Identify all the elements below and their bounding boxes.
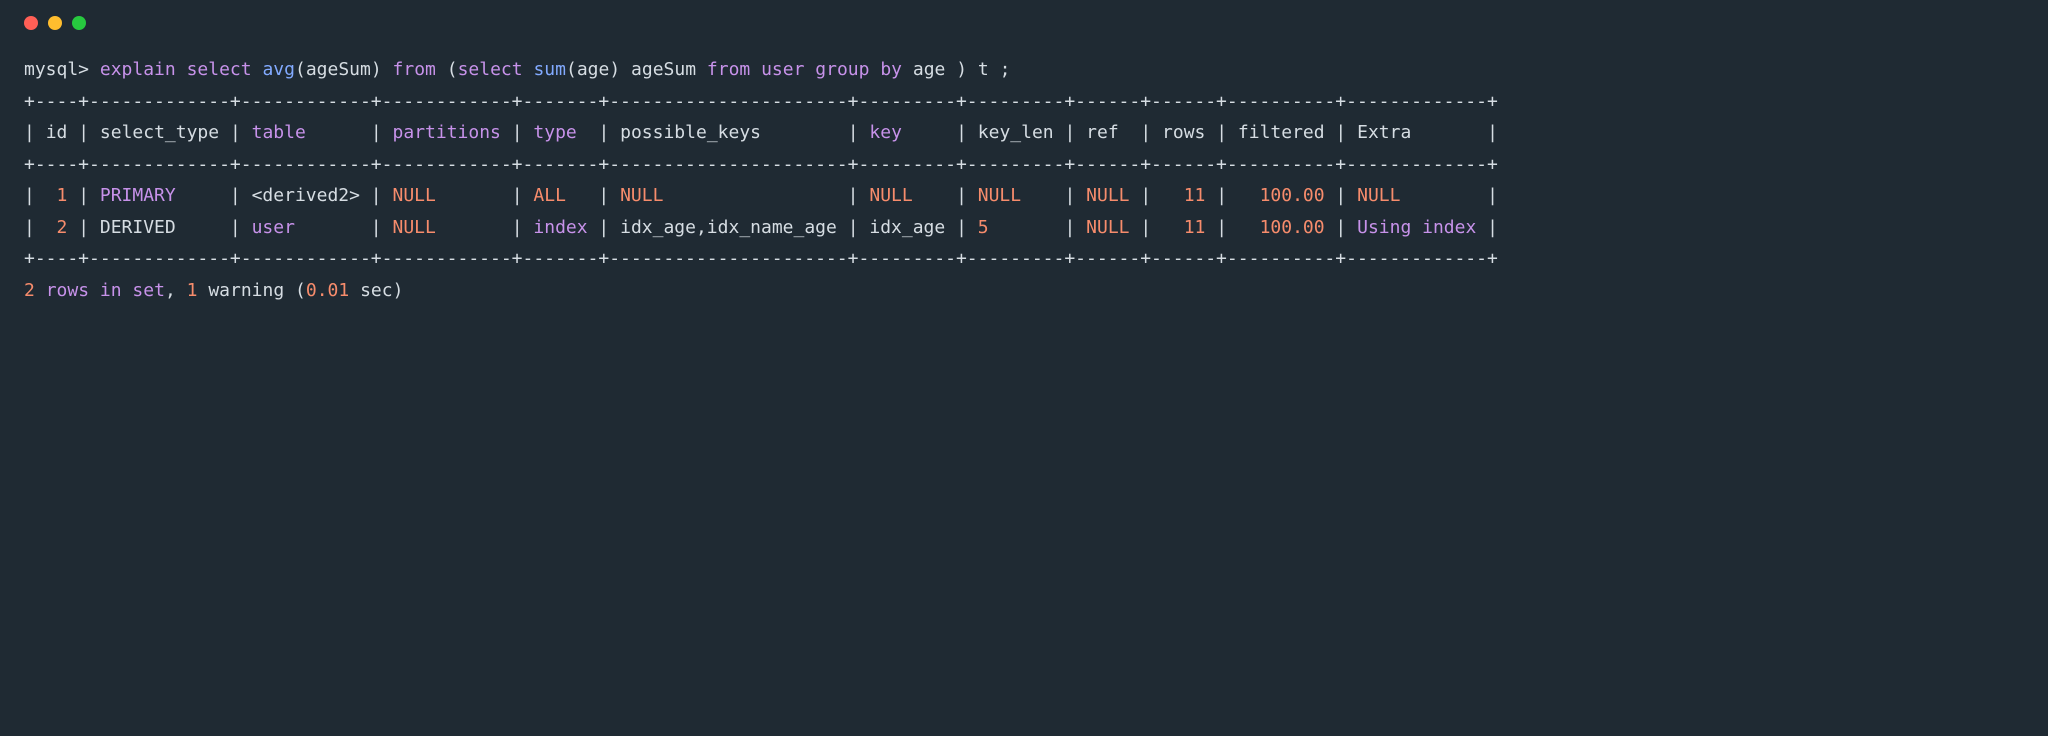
hdr-id: id xyxy=(46,122,68,143)
footer-time: 0.01 xyxy=(306,280,349,301)
paren: ( xyxy=(295,59,306,80)
kw-select: select xyxy=(458,59,523,80)
cell-partitions: NULL xyxy=(393,217,436,238)
footer-count: 2 xyxy=(24,280,35,301)
table-border: +----+-------------+------------+-------… xyxy=(24,91,1498,112)
cell-key-len: 5 xyxy=(978,217,989,238)
footer-rows: rows xyxy=(46,280,89,301)
hdr-key: key xyxy=(869,122,902,143)
cell-extra: NULL xyxy=(1357,185,1400,206)
cell-partitions: NULL xyxy=(392,185,435,206)
col-age: age xyxy=(913,59,946,80)
window-titlebar xyxy=(24,16,2024,30)
cell-type: ALL xyxy=(533,185,566,206)
paren: ) xyxy=(371,59,382,80)
cell-filtered: 100.00 xyxy=(1260,217,1325,238)
hdr-extra: Extra xyxy=(1357,122,1411,143)
hdr-key-len: key_len xyxy=(978,122,1054,143)
cell-type: index xyxy=(533,217,587,238)
cell-id: 1 xyxy=(57,185,68,206)
cell-rows: 11 xyxy=(1184,217,1206,238)
kw-by: by xyxy=(880,59,902,80)
cell-key-len: NULL xyxy=(978,185,1021,206)
col-agesum: ageSum xyxy=(306,59,371,80)
mysql-prompt: mysql> xyxy=(24,59,89,80)
alias-agesum: ageSum xyxy=(631,59,696,80)
table-border: +----+-------------+------------+-------… xyxy=(24,154,1498,175)
cell-table: user xyxy=(252,217,295,238)
paren: ( xyxy=(295,280,306,301)
paren: ( xyxy=(447,59,458,80)
footer-in: in xyxy=(100,280,122,301)
table-border: +----+-------------+------------+-------… xyxy=(24,248,1498,269)
tbl-user: user xyxy=(761,59,804,80)
footer-sec: sec xyxy=(360,280,393,301)
fn-avg: avg xyxy=(262,59,295,80)
col-age: age xyxy=(577,59,610,80)
footer-warning: warning xyxy=(208,280,284,301)
cell-possible-keys: idx_age,idx_name_age xyxy=(620,217,837,238)
cell-id: 2 xyxy=(57,217,68,238)
minimize-icon[interactable] xyxy=(48,16,62,30)
cell-ref: NULL xyxy=(1086,185,1129,206)
hdr-rows: rows xyxy=(1162,122,1205,143)
maximize-icon[interactable] xyxy=(72,16,86,30)
semicolon: ; xyxy=(1000,59,1011,80)
hdr-type: type xyxy=(533,122,576,143)
alias-t: t xyxy=(978,59,989,80)
cell-rows: 11 xyxy=(1184,185,1206,206)
cell-select-type: DERIVED xyxy=(100,217,176,238)
hdr-table: table xyxy=(252,122,306,143)
cell-key: NULL xyxy=(869,185,912,206)
cell-ref: NULL xyxy=(1086,217,1129,238)
paren: ) xyxy=(609,59,620,80)
hdr-possible-keys: possible_keys xyxy=(620,122,761,143)
cell-key: idx_age xyxy=(869,217,945,238)
kw-group: group xyxy=(815,59,869,80)
close-icon[interactable] xyxy=(24,16,38,30)
cell-table: <derived2> xyxy=(252,185,360,206)
hdr-select-type: select_type xyxy=(100,122,219,143)
cell-extra: Using index xyxy=(1357,217,1476,238)
hdr-filtered: filtered xyxy=(1238,122,1325,143)
hdr-ref: ref xyxy=(1086,122,1119,143)
kw-from: from xyxy=(393,59,436,80)
footer-comma: , xyxy=(165,280,176,301)
cell-filtered: 100.00 xyxy=(1260,185,1325,206)
kw-explain: explain xyxy=(100,59,176,80)
terminal-output: mysql> explain select avg(ageSum) from (… xyxy=(24,54,2024,306)
kw-from: from xyxy=(707,59,750,80)
cell-select-type: PRIMARY xyxy=(100,185,176,206)
footer-set: set xyxy=(132,280,165,301)
cell-possible-keys: NULL xyxy=(620,185,663,206)
paren: ) xyxy=(956,59,967,80)
paren: ) xyxy=(393,280,404,301)
fn-sum: sum xyxy=(533,59,566,80)
footer-warn-count: 1 xyxy=(187,280,198,301)
kw-select: select xyxy=(187,59,252,80)
terminal-window: mysql> explain select avg(ageSum) from (… xyxy=(0,0,2048,330)
hdr-partitions: partitions xyxy=(393,122,501,143)
paren: ( xyxy=(566,59,577,80)
